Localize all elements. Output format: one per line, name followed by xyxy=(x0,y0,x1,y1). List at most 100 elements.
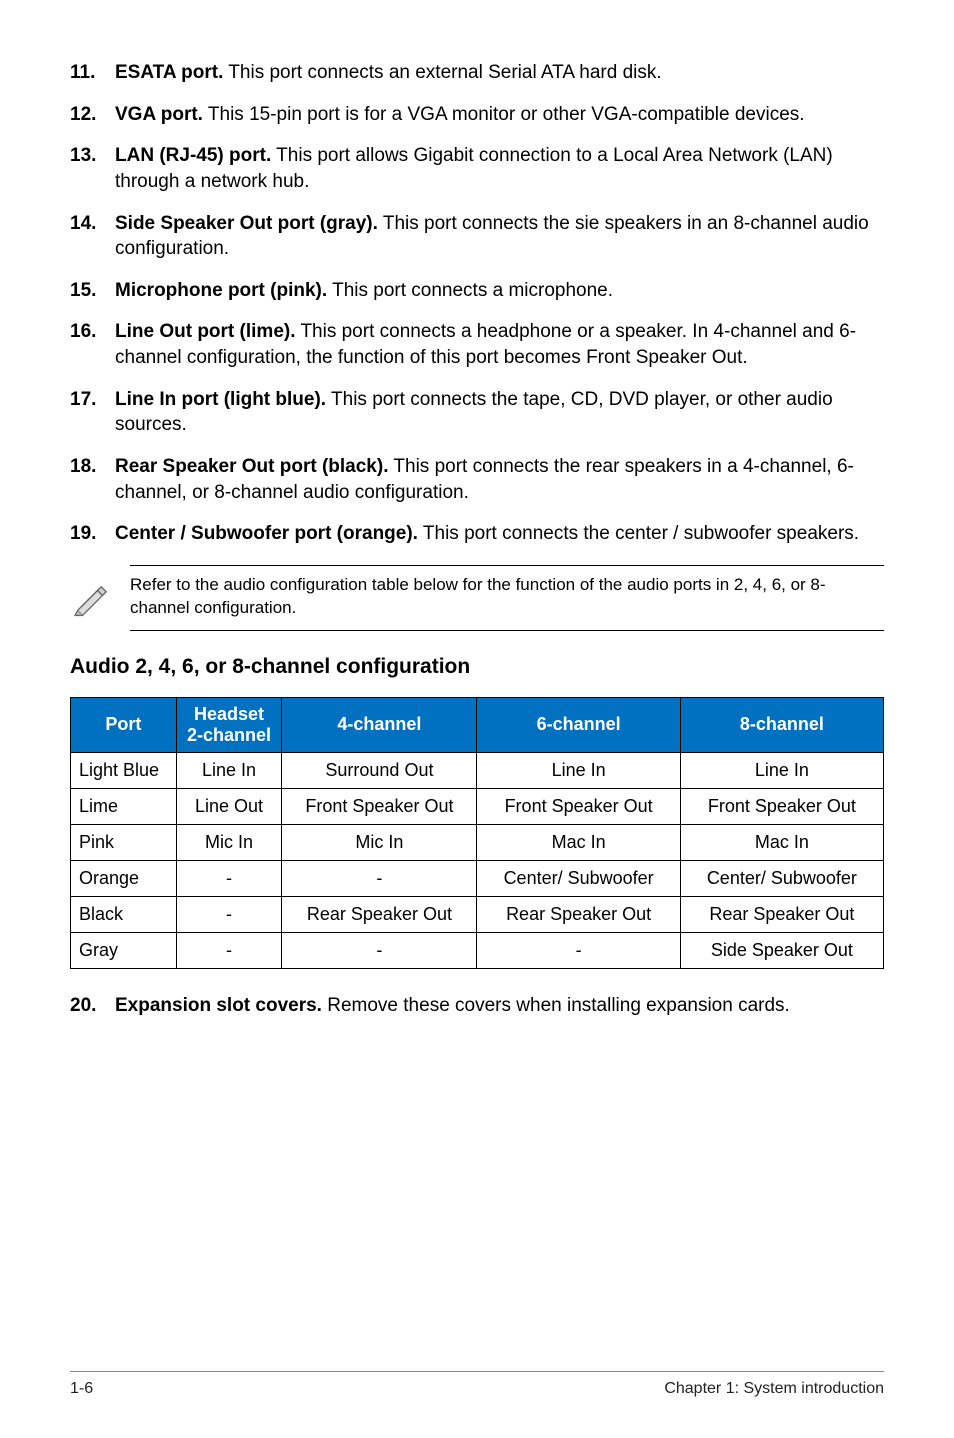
cell: - xyxy=(282,932,477,968)
item-lead: Line Out port (lime). xyxy=(115,321,296,342)
col-2ch-line2: 2-channel xyxy=(181,725,278,746)
cell: Rear Speaker Out xyxy=(282,896,477,932)
col-2ch: Headset 2-channel xyxy=(176,697,282,752)
item-text: This 15-pin port is for a VGA monitor or… xyxy=(208,104,805,125)
item-lead: Rear Speaker Out port (black). xyxy=(115,456,388,477)
cell: Rear Speaker Out xyxy=(680,896,883,932)
audio-config-table: Port Headset 2-channel 4-channel 6-chann… xyxy=(70,697,884,969)
cell: Line In xyxy=(477,752,680,788)
item-body: Side Speaker Out port (gray). This port … xyxy=(115,211,884,262)
list-item: 15. Microphone port (pink). This port co… xyxy=(70,278,884,304)
item-lead: Microphone port (pink). xyxy=(115,280,327,301)
item-body: Line In port (light blue). This port con… xyxy=(115,387,884,438)
item-number: 12. xyxy=(70,102,115,128)
item-text: This port connects the center / subwoofe… xyxy=(423,523,859,544)
cell: Line Out xyxy=(176,788,282,824)
cell: Front Speaker Out xyxy=(477,788,680,824)
item-lead: ESATA port. xyxy=(115,62,223,83)
cell: Surround Out xyxy=(282,752,477,788)
cell-port: Orange xyxy=(71,860,177,896)
cell: Front Speaker Out xyxy=(680,788,883,824)
item-body: VGA port. This 15-pin port is for a VGA … xyxy=(115,102,884,128)
item-number: 19. xyxy=(70,521,115,547)
item-body: Center / Subwoofer port (orange). This p… xyxy=(115,521,884,547)
item-number: 16. xyxy=(70,319,115,370)
list-item: 16. Line Out port (lime). This port conn… xyxy=(70,319,884,370)
item-lead: Side Speaker Out port (gray). xyxy=(115,213,378,234)
cell: Side Speaker Out xyxy=(680,932,883,968)
item-body: Rear Speaker Out port (black). This port… xyxy=(115,454,884,505)
cell: Rear Speaker Out xyxy=(477,896,680,932)
table-header-row: Port Headset 2-channel 4-channel 6-chann… xyxy=(71,697,884,752)
chapter-label: Chapter 1: System introduction xyxy=(664,1380,884,1398)
cell: Line In xyxy=(176,752,282,788)
page-number: 1-6 xyxy=(70,1380,93,1398)
item-body: Expansion slot covers. Remove these cove… xyxy=(115,993,884,1019)
item-number: 18. xyxy=(70,454,115,505)
col-2ch-line1: Headset xyxy=(181,704,278,725)
table-row: Black - Rear Speaker Out Rear Speaker Ou… xyxy=(71,896,884,932)
cell-port: Lime xyxy=(71,788,177,824)
col-8ch: 8-channel xyxy=(680,697,883,752)
section-heading: Audio 2, 4, 6, or 8-channel configuratio… xyxy=(70,655,884,679)
list-item: 11. ESATA port. This port connects an ex… xyxy=(70,60,884,86)
col-4ch: 4-channel xyxy=(282,697,477,752)
list-item: 13. LAN (RJ-45) port. This port allows G… xyxy=(70,143,884,194)
item-number: 13. xyxy=(70,143,115,194)
page: 11. ESATA port. This port connects an ex… xyxy=(0,0,954,1438)
list-item: 19. Center / Subwoofer port (orange). Th… xyxy=(70,521,884,547)
list-item: 20. Expansion slot covers. Remove these … xyxy=(70,993,884,1019)
cell: Mac In xyxy=(477,824,680,860)
table-row: Orange - - Center/ Subwoofer Center/ Sub… xyxy=(71,860,884,896)
item-body: Line Out port (lime). This port connects… xyxy=(115,319,884,370)
cell-port: Black xyxy=(71,896,177,932)
cell: - xyxy=(176,860,282,896)
cell: Center/ Subwoofer xyxy=(477,860,680,896)
col-port: Port xyxy=(71,697,177,752)
item-text: This port connects a microphone. xyxy=(332,280,613,301)
list-item: 12. VGA port. This 15-pin port is for a … xyxy=(70,102,884,128)
table-row: Pink Mic In Mic In Mac In Mac In xyxy=(71,824,884,860)
item-lead: Line In port (light blue). xyxy=(115,389,326,410)
cell: - xyxy=(282,860,477,896)
item-lead: VGA port. xyxy=(115,104,203,125)
item-number: 15. xyxy=(70,278,115,304)
cell: - xyxy=(176,932,282,968)
col-6ch: 6-channel xyxy=(477,697,680,752)
note-callout: Refer to the audio configuration table b… xyxy=(70,565,884,631)
note-text: Refer to the audio configuration table b… xyxy=(130,565,884,631)
cell: Center/ Subwoofer xyxy=(680,860,883,896)
cell: Mic In xyxy=(282,824,477,860)
cell-port: Light Blue xyxy=(71,752,177,788)
item-lead: LAN (RJ-45) port. xyxy=(115,145,271,166)
item-lead: Center / Subwoofer port (orange). xyxy=(115,523,418,544)
pencil-note-icon xyxy=(70,578,130,618)
item-text: This port connects an external Serial AT… xyxy=(228,62,661,83)
item-body: LAN (RJ-45) port. This port allows Gigab… xyxy=(115,143,884,194)
table-row: Lime Line Out Front Speaker Out Front Sp… xyxy=(71,788,884,824)
item-body: Microphone port (pink). This port connec… xyxy=(115,278,884,304)
list-item: 17. Line In port (light blue). This port… xyxy=(70,387,884,438)
numbered-list: 11. ESATA port. This port connects an ex… xyxy=(70,60,884,547)
cell-port: Pink xyxy=(71,824,177,860)
table-row: Light Blue Line In Surround Out Line In … xyxy=(71,752,884,788)
item-number: 17. xyxy=(70,387,115,438)
item-number: 14. xyxy=(70,211,115,262)
cell-port: Gray xyxy=(71,932,177,968)
item-lead: Expansion slot covers. xyxy=(115,995,322,1016)
cell: - xyxy=(477,932,680,968)
cell: Front Speaker Out xyxy=(282,788,477,824)
cell: Line In xyxy=(680,752,883,788)
list-item: 14. Side Speaker Out port (gray). This p… xyxy=(70,211,884,262)
item-number: 20. xyxy=(70,993,115,1019)
item-body: ESATA port. This port connects an extern… xyxy=(115,60,884,86)
table-row: Gray - - - Side Speaker Out xyxy=(71,932,884,968)
cell: Mic In xyxy=(176,824,282,860)
list-item: 18. Rear Speaker Out port (black). This … xyxy=(70,454,884,505)
numbered-list-continued: 20. Expansion slot covers. Remove these … xyxy=(70,993,884,1019)
item-number: 11. xyxy=(70,60,115,86)
page-footer: 1-6 Chapter 1: System introduction xyxy=(70,1371,884,1398)
cell: Mac In xyxy=(680,824,883,860)
item-text: Remove these covers when installing expa… xyxy=(327,995,790,1016)
cell: - xyxy=(176,896,282,932)
